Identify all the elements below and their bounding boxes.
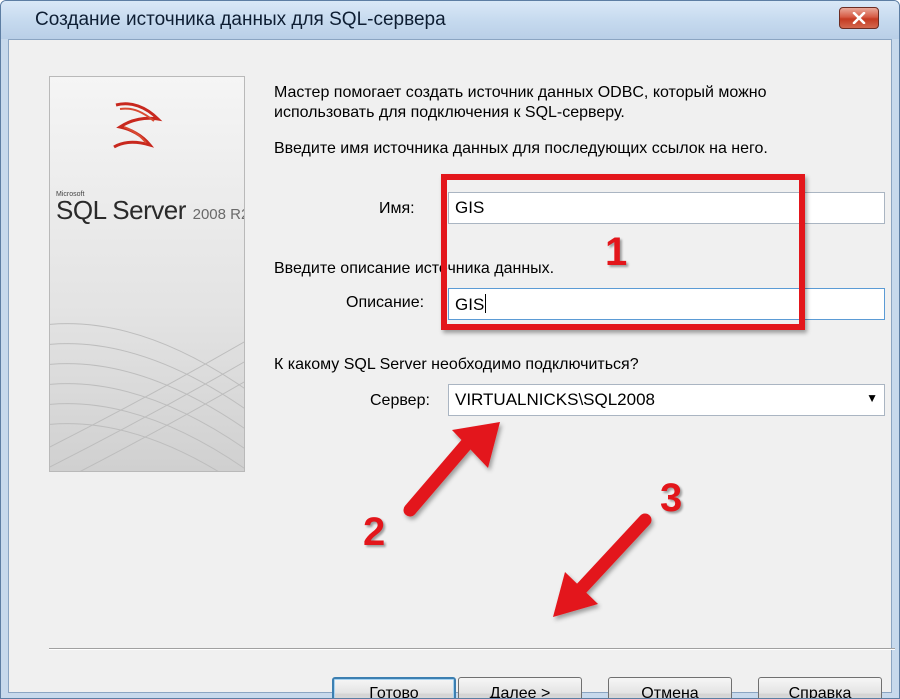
product-name: SQL Server <box>56 195 186 225</box>
server-prompt: К какому SQL Server необходимо подключит… <box>274 356 639 373</box>
close-icon <box>852 12 866 24</box>
dialog-client-area: Microsoft SQL Server 2008 R2 Мастер помо… <box>8 39 895 698</box>
odbc-dialog-window: Создание источника данных для SQL-сервер… <box>0 0 900 699</box>
next-button[interactable]: Далее > <box>458 677 582 698</box>
help-button[interactable]: Справка <box>758 677 882 698</box>
intro-line-1: Мастер помогает создать источник данных … <box>274 84 767 101</box>
annotation-number-3: 3 <box>660 476 683 520</box>
product-version: 2008 R2 <box>192 206 245 223</box>
button-separator <box>49 648 895 650</box>
description-label: Описание: <box>346 294 425 311</box>
title-bar[interactable]: Создание источника данных для SQL-сервер… <box>1 1 899 39</box>
sql-server-banner: Microsoft SQL Server 2008 R2 <box>49 76 245 472</box>
annotation-number-2: 2 <box>363 510 386 554</box>
dropdown-arrow-icon[interactable]: ▼ <box>866 391 878 405</box>
banner-swirl-graphic <box>50 323 244 471</box>
server-combobox-value: VIRTUALNICKS\SQL2008 <box>455 390 655 409</box>
window-title: Создание источника данных для SQL-сервер… <box>35 9 446 30</box>
intro-line-2: использовать для подключения к SQL-серве… <box>274 104 625 121</box>
server-combobox[interactable]: VIRTUALNICKS\SQL2008 ▼ <box>448 384 885 416</box>
annotation-number-1: 1 <box>605 230 628 274</box>
close-button[interactable] <box>839 7 879 29</box>
finish-button[interactable]: Готово <box>332 677 456 698</box>
sql-server-product-name: SQL Server 2008 R2 <box>56 195 245 226</box>
intro-line-3: Введите имя источника данных для последу… <box>274 140 768 157</box>
name-label: Имя: <box>379 200 415 217</box>
cancel-button[interactable]: Отмена <box>608 677 732 698</box>
server-label: Сервер: <box>370 392 430 409</box>
